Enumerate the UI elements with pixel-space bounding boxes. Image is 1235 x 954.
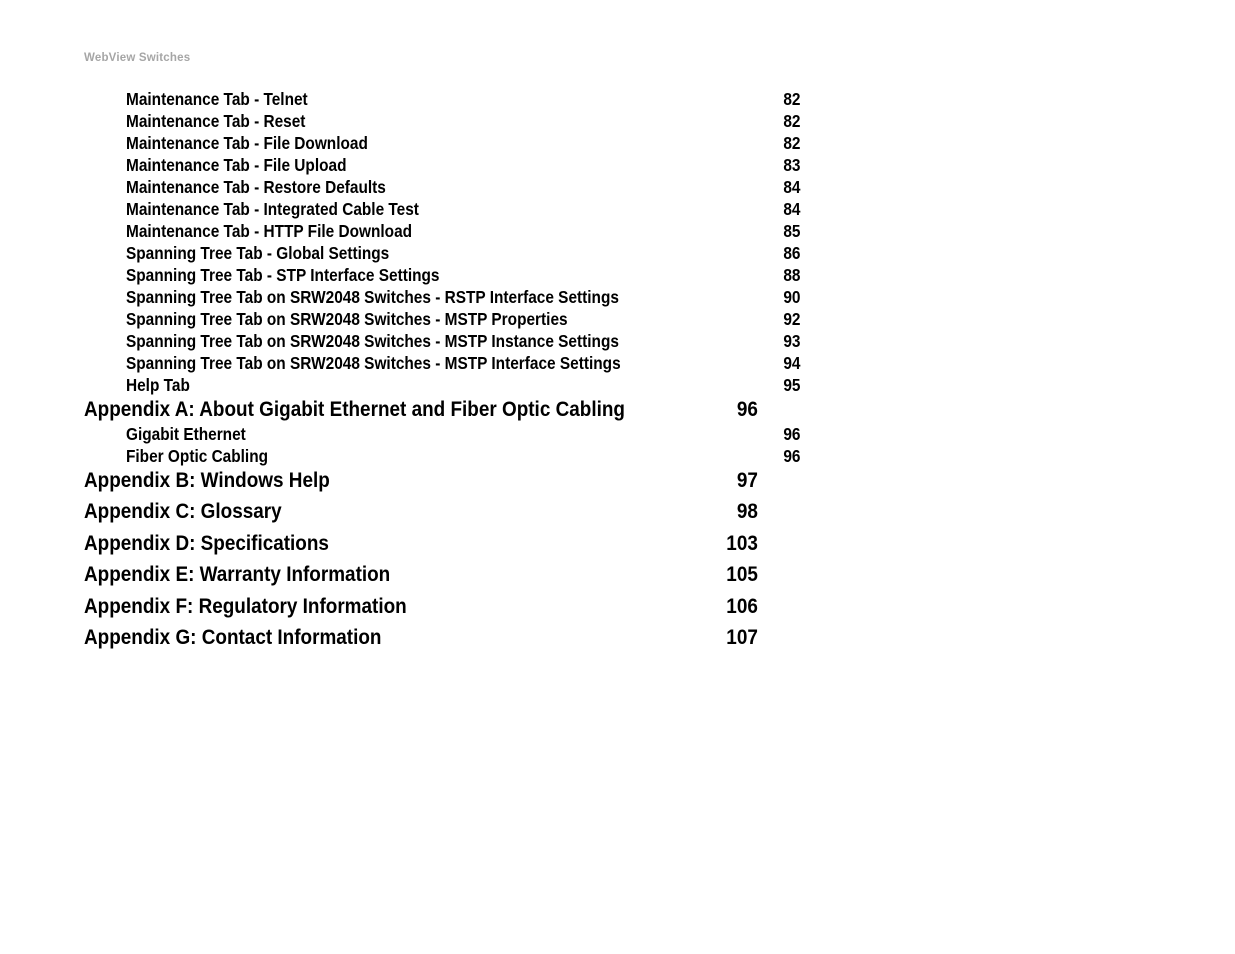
toc-entry[interactable]: Maintenance Tab - File Download 82 bbox=[84, 132, 800, 154]
toc-entry[interactable]: Appendix D: Specifications 103 bbox=[84, 530, 758, 557]
toc-entry-label: Maintenance Tab - File Upload bbox=[126, 155, 347, 175]
toc-entry[interactable]: Fiber Optic Cabling 96 bbox=[84, 445, 800, 467]
toc-entry-label: Maintenance Tab - Restore Defaults bbox=[126, 177, 386, 197]
toc-entry-page-number: 103 bbox=[726, 530, 758, 555]
toc-entry[interactable]: Maintenance Tab - Telnet 82 bbox=[84, 88, 800, 110]
toc-entry-label: Maintenance Tab - HTTP File Download bbox=[126, 221, 413, 241]
toc-entry-label: Appendix D: Specifications bbox=[84, 530, 329, 555]
running-header-title: WebView Switches bbox=[84, 52, 191, 64]
toc-entry-page-number: 96 bbox=[736, 397, 758, 421]
toc-entry-label: Spanning Tree Tab - STP Interface Settin… bbox=[126, 265, 440, 285]
toc-entry-page-number: 98 bbox=[736, 499, 758, 523]
toc-entry[interactable]: Spanning Tree Tab on SRW2048 Switches - … bbox=[84, 308, 800, 330]
toc-entry-page-number: 107 bbox=[726, 625, 758, 649]
toc-entry-page-number: 95 bbox=[782, 375, 800, 395]
toc-entry-page-number: 97 bbox=[736, 467, 758, 492]
toc-entry-page-number: 82 bbox=[782, 111, 800, 131]
toc-entry-page-number: 84 bbox=[782, 199, 800, 219]
toc-entry[interactable]: Maintenance Tab - HTTP File Download 85 bbox=[84, 220, 800, 242]
toc-entry[interactable]: Appendix F: Regulatory Information 106 bbox=[84, 593, 758, 620]
toc-entry-page-number: 82 bbox=[782, 133, 800, 153]
toc-entry-label: Help Tab bbox=[126, 375, 190, 395]
toc-entry-label: Appendix E: Warranty Information bbox=[84, 562, 391, 586]
toc-entry[interactable]: Help Tab 95 bbox=[84, 374, 800, 396]
toc-entry-label: Gigabit Ethernet bbox=[126, 423, 246, 444]
toc-entry[interactable]: Maintenance Tab - Restore Defaults 84 bbox=[84, 176, 800, 198]
toc-entry-label: Maintenance Tab - Integrated Cable Test bbox=[126, 199, 419, 219]
toc-entry-label: Spanning Tree Tab on SRW2048 Switches - … bbox=[126, 353, 621, 373]
toc-entry-label: Appendix C: Glossary bbox=[84, 499, 282, 523]
toc-entry-page-number: 84 bbox=[782, 177, 800, 197]
toc-entry-label: Spanning Tree Tab - Global Settings bbox=[126, 243, 390, 263]
toc-entry[interactable]: Gigabit Ethernet 96 bbox=[84, 423, 800, 445]
toc-entry-page-number: 82 bbox=[782, 89, 800, 109]
toc-entry-label: Maintenance Tab - Telnet bbox=[126, 89, 308, 109]
toc-entry-label: Appendix A: About Gigabit Ethernet and F… bbox=[84, 397, 625, 421]
toc-entry-label: Maintenance Tab - File Download bbox=[126, 133, 368, 153]
toc-entry[interactable]: Spanning Tree Tab - STP Interface Settin… bbox=[84, 264, 800, 286]
toc-entry-page-number: 105 bbox=[726, 562, 758, 586]
toc-entry[interactable]: Appendix E: Warranty Information 105 bbox=[84, 561, 758, 588]
toc-entry[interactable]: Spanning Tree Tab on SRW2048 Switches - … bbox=[84, 330, 800, 352]
toc-entry-page-number: 90 bbox=[782, 287, 800, 307]
toc-entry-label: Appendix G: Contact Information bbox=[84, 625, 382, 649]
toc-entry-label: Appendix B: Windows Help bbox=[84, 467, 330, 492]
toc-entry-page-number: 94 bbox=[782, 353, 800, 373]
toc-entry[interactable]: Appendix C: Glossary 98 bbox=[84, 498, 758, 525]
toc-entry[interactable]: Spanning Tree Tab - Global Settings 86 bbox=[84, 242, 800, 264]
toc-entry[interactable]: Maintenance Tab - File Upload 83 bbox=[84, 154, 800, 176]
toc-entry-label: Spanning Tree Tab on SRW2048 Switches - … bbox=[126, 331, 619, 351]
toc-entry-page-number: 92 bbox=[782, 309, 800, 329]
toc-entry[interactable]: Maintenance Tab - Reset 82 bbox=[84, 110, 800, 132]
toc-entry-page-number: 106 bbox=[726, 593, 758, 618]
toc-entry-label: Maintenance Tab - Reset bbox=[126, 111, 306, 131]
toc-entry-page-number: 96 bbox=[782, 445, 800, 466]
table-of-contents: Maintenance Tab - Telnet 82 Maintenance Ta… bbox=[84, 88, 800, 651]
toc-entry-label: Spanning Tree Tab on SRW2048 Switches - … bbox=[126, 287, 619, 307]
toc-entry-page-number: 93 bbox=[782, 331, 800, 351]
toc-entry[interactable]: Spanning Tree Tab on SRW2048 Switches - … bbox=[84, 286, 800, 308]
toc-entry[interactable]: Spanning Tree Tab on SRW2048 Switches - … bbox=[84, 352, 800, 374]
toc-entry-page-number: 83 bbox=[782, 155, 800, 175]
toc-entry[interactable]: Appendix A: About Gigabit Ethernet and F… bbox=[84, 396, 758, 423]
toc-entry-page-number: 88 bbox=[782, 265, 800, 285]
toc-entry-label: Appendix F: Regulatory Information bbox=[84, 593, 407, 618]
toc-entry-page-number: 96 bbox=[782, 423, 800, 444]
toc-entry-page-number: 86 bbox=[782, 243, 800, 263]
document-page: WebView Switches Maintenance Tab - Telne… bbox=[0, 0, 1235, 954]
toc-entry-label: Fiber Optic Cabling bbox=[126, 445, 269, 466]
toc-entry[interactable]: Appendix B: Windows Help 97 bbox=[84, 467, 758, 494]
toc-entry-page-number: 85 bbox=[782, 221, 800, 241]
toc-entry-label: Spanning Tree Tab on SRW2048 Switches - … bbox=[126, 309, 568, 329]
toc-entry[interactable]: Maintenance Tab - Integrated Cable Test 8… bbox=[84, 198, 800, 220]
toc-entry[interactable]: Appendix G: Contact Information 107 bbox=[84, 624, 758, 651]
